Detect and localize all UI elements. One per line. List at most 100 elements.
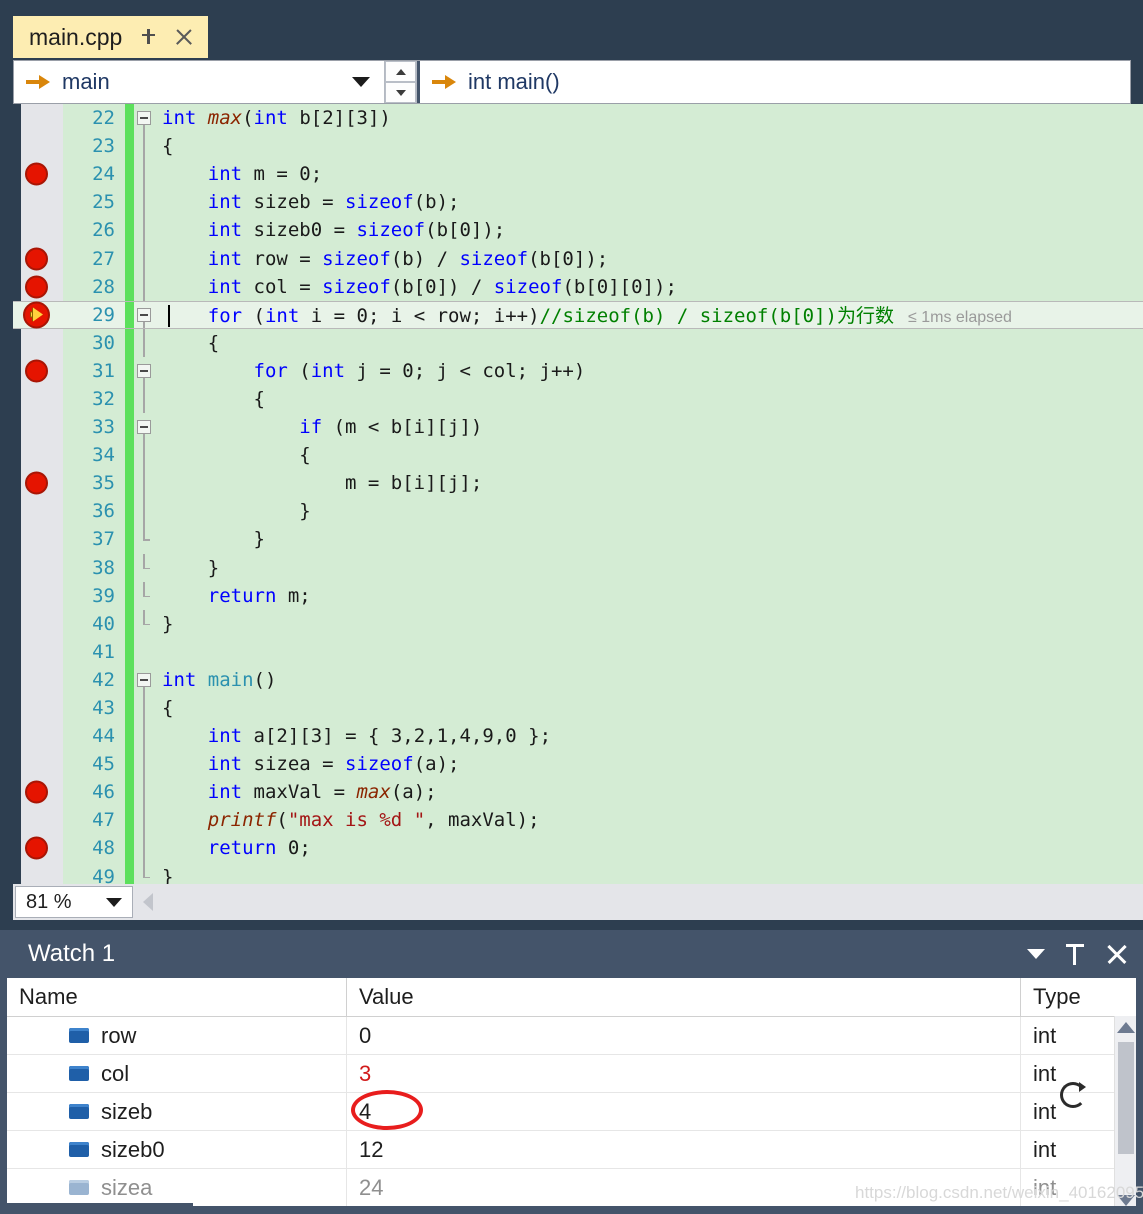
code-text[interactable]: int max(int b[2][3]) xyxy=(156,107,1143,129)
code-line-27[interactable]: 27 int row = sizeof(b) / sizeof(b[0]); xyxy=(13,244,1143,273)
code-text[interactable]: int m = 0; xyxy=(156,163,1143,185)
breakpoint-cell-24[interactable] xyxy=(13,160,63,188)
code-line-38[interactable]: 38 } xyxy=(13,553,1143,582)
code-text[interactable]: int a[2][3] = { 3,2,1,4,9,0 }; xyxy=(156,725,1143,747)
fold-margin-cell[interactable] xyxy=(134,693,156,723)
collapse-toggle-icon[interactable] xyxy=(137,363,151,378)
code-line-39[interactable]: 39 return m; xyxy=(13,581,1143,610)
code-line-32[interactable]: 32 { xyxy=(13,384,1143,414)
code-text[interactable]: } xyxy=(156,613,1143,635)
code-text[interactable]: int row = sizeof(b) / sizeof(b[0]); xyxy=(156,248,1143,270)
breakpoint-cell-26[interactable] xyxy=(13,216,63,244)
code-line-36[interactable]: 36 } xyxy=(13,497,1143,526)
code-line-22[interactable]: 22 int max(int b[2][3]) xyxy=(13,104,1143,133)
code-line-49[interactable]: 49} xyxy=(13,862,1143,884)
code-line-40[interactable]: 40} xyxy=(13,609,1143,638)
breakpoint-cell-29[interactable] xyxy=(13,301,63,329)
code-text[interactable]: return m; xyxy=(156,585,1143,607)
code-line-47[interactable]: 47 printf("max is %d ", maxVal); xyxy=(13,806,1143,835)
breakpoint-cell-48[interactable] xyxy=(13,834,63,862)
fold-margin-cell[interactable] xyxy=(134,609,156,638)
chevron-down-icon[interactable] xyxy=(1027,949,1045,959)
breakpoint-cell-25[interactable] xyxy=(13,188,63,216)
breakpoint-cell-22[interactable] xyxy=(13,104,63,132)
breakpoint-cell-32[interactable] xyxy=(13,385,63,413)
fold-margin-cell[interactable] xyxy=(134,722,156,751)
fold-margin-cell[interactable] xyxy=(134,104,156,133)
code-text[interactable]: int main() xyxy=(156,669,1143,691)
watch-row[interactable]: sizea 24 int xyxy=(7,1082,1136,1207)
breakpoint-cell-42[interactable] xyxy=(13,666,63,694)
fold-margin-cell[interactable] xyxy=(134,188,156,217)
code-line-41[interactable]: 41 xyxy=(13,637,1143,666)
fold-margin-cell[interactable] xyxy=(134,384,156,414)
code-line-23[interactable]: 23 { xyxy=(13,132,1143,161)
column-header-name[interactable]: Name xyxy=(7,978,347,1016)
watch-value-cell[interactable]: 24 xyxy=(347,1169,1021,1206)
watch-name-cell[interactable]: col xyxy=(7,1055,347,1092)
code-text[interactable]: for (int i = 0; i < row; i++)//sizeof(b)… xyxy=(156,301,1143,328)
code-line-30[interactable]: 30 { xyxy=(13,328,1143,357)
fold-margin-cell[interactable] xyxy=(134,160,156,189)
scope-dropdown[interactable]: main xyxy=(14,61,385,103)
code-text[interactable]: return 0; xyxy=(156,837,1143,859)
zoom-level-dropdown[interactable]: 81 % xyxy=(15,886,133,918)
watch-value-cell[interactable]: 4 xyxy=(347,1090,1021,1130)
code-text[interactable]: printf("max is %d ", maxVal); xyxy=(156,809,1143,831)
code-text[interactable]: { xyxy=(156,697,1143,719)
breakpoint-cell-49[interactable] xyxy=(13,863,63,884)
code-text[interactable]: } xyxy=(156,866,1143,884)
fold-margin-cell[interactable] xyxy=(134,666,156,694)
chevron-down-icon[interactable] xyxy=(106,897,122,907)
collapse-toggle-icon[interactable] xyxy=(137,111,151,126)
fold-margin-cell[interactable] xyxy=(134,413,156,442)
breakpoint-cell-43[interactable] xyxy=(13,694,63,722)
breakpoint-icon[interactable] xyxy=(25,780,48,804)
code-line-31[interactable]: 31 for (int j = 0; j < col; j++) xyxy=(13,356,1143,385)
collapse-toggle-icon[interactable] xyxy=(137,307,151,322)
breakpoint-cell-39[interactable] xyxy=(13,582,63,610)
close-icon[interactable] xyxy=(1105,942,1129,966)
refresh-icon[interactable] xyxy=(1060,1082,1086,1108)
breakpoint-cell-34[interactable] xyxy=(13,441,63,469)
breakpoint-cell-38[interactable] xyxy=(13,554,63,582)
watch-row[interactable]: sizeb0 12 int xyxy=(7,1131,1136,1169)
fold-margin-cell[interactable] xyxy=(134,638,156,666)
breakpoint-icon[interactable] xyxy=(25,247,48,271)
code-text[interactable]: int sizeb = sizeof(b); xyxy=(156,191,1143,213)
fold-margin-cell[interactable] xyxy=(134,497,156,526)
watch-row[interactable]: col 3 int xyxy=(7,1055,1136,1093)
watch-name-cell[interactable]: sizeb xyxy=(7,1093,347,1130)
member-dropdown[interactable]: int main() xyxy=(417,61,1130,103)
breakpoint-cell-28[interactable] xyxy=(13,273,63,301)
fold-margin-cell[interactable] xyxy=(134,302,156,328)
watch-value-cell[interactable]: 3 xyxy=(347,1055,1021,1092)
code-line-33[interactable]: 33 if (m < b[i][j]) xyxy=(13,413,1143,442)
code-text[interactable]: { xyxy=(156,388,1143,410)
code-line-35[interactable]: 35 m = b[i][j]; xyxy=(13,469,1143,498)
fold-margin-cell[interactable] xyxy=(134,328,156,357)
code-line-44[interactable]: 44 int a[2][3] = { 3,2,1,4,9,0 }; xyxy=(13,722,1143,751)
breakpoint-cell-44[interactable] xyxy=(13,722,63,750)
breakpoint-cell-23[interactable] xyxy=(13,132,63,160)
fold-margin-cell[interactable] xyxy=(134,778,156,807)
breakpoint-cell-40[interactable] xyxy=(13,610,63,638)
code-text[interactable]: int sizeb0 = sizeof(b[0]); xyxy=(156,219,1143,241)
watch-value-cell[interactable]: 12 xyxy=(347,1131,1021,1168)
code-line-46[interactable]: 46 int maxVal = max(a); xyxy=(13,778,1143,807)
code-line-45[interactable]: 45 int sizea = sizeof(a); xyxy=(13,750,1143,779)
code-line-29[interactable]: 29 for (int i = 0; i < row; i++)//sizeof… xyxy=(13,300,1143,329)
column-header-value[interactable]: Value xyxy=(347,978,1021,1016)
breakpoint-cell-37[interactable] xyxy=(13,525,63,553)
fold-margin-cell[interactable] xyxy=(134,272,156,301)
breakpoint-cell-46[interactable] xyxy=(13,778,63,806)
code-text[interactable]: m = b[i][j]; xyxy=(156,472,1143,494)
fold-margin-cell[interactable] xyxy=(134,750,156,779)
scroll-down-arrow-icon[interactable] xyxy=(1116,1195,1135,1206)
watch-name-cell[interactable]: sizea xyxy=(7,1169,347,1206)
close-icon[interactable] xyxy=(174,27,194,47)
fold-margin-cell[interactable] xyxy=(134,581,156,610)
code-text[interactable]: { xyxy=(156,135,1143,157)
code-text[interactable]: int sizea = sizeof(a); xyxy=(156,753,1143,775)
fold-margin-cell[interactable] xyxy=(134,862,156,884)
